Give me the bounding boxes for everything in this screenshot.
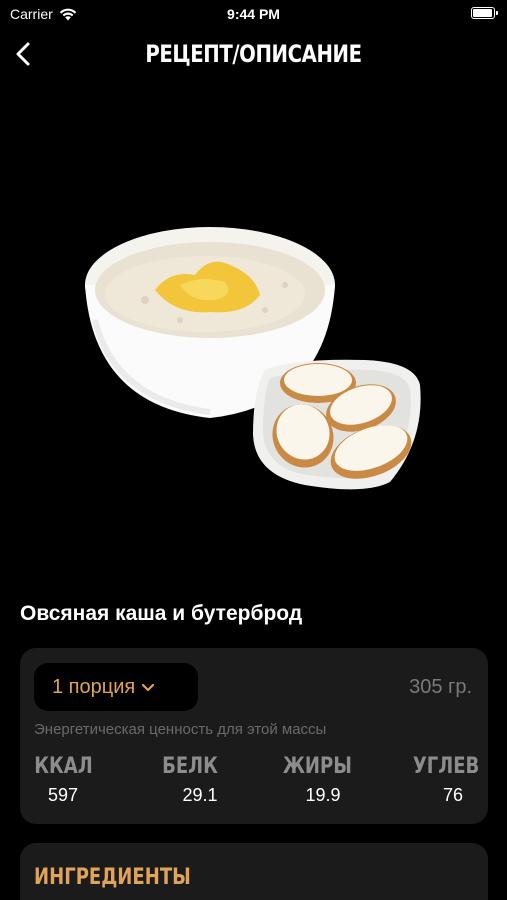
portion-label: 1 порция <box>52 675 136 698</box>
status-bar: Carrier 9:44 PM <box>0 0 507 28</box>
macro-fat: ЖИРЫ 19.9 <box>276 754 352 806</box>
ingredients-card[interactable]: ИНГРЕДИЕНТЫ <box>20 843 488 900</box>
portion-weight: 305 гр. <box>409 676 472 698</box>
dish-photo <box>85 227 421 490</box>
macro-label: ЖИРЫ <box>282 754 352 779</box>
nutrition-card: 1 порция 305 гр. Энергетическая ценность… <box>20 648 488 824</box>
battery-icon <box>471 7 498 19</box>
chevron-left-icon <box>16 42 30 66</box>
macro-label: УГЛЕВ <box>412 754 480 779</box>
page-title: РЕЦЕПТ/ОПИСАНИЕ <box>145 40 362 68</box>
back-button[interactable] <box>8 38 40 70</box>
macro-value: 76 <box>442 785 464 805</box>
macro-value: 19.9 <box>305 785 341 805</box>
nav-bar: РЕЦЕПТ/ОПИСАНИЕ <box>0 30 507 78</box>
macro-value: 597 <box>47 785 79 805</box>
macro-protein: БЕЛК 29.1 <box>152 754 228 806</box>
dish-title: Овсяная каша и бутерброд <box>20 602 303 625</box>
ingredients-title: ИНГРЕДИЕНТЫ <box>34 865 191 890</box>
energy-note: Энергетическая ценность для этой массы <box>34 721 327 738</box>
macro-label: ККАЛ <box>34 754 93 779</box>
macro-kcal: ККАЛ 597 <box>28 754 98 806</box>
macro-carbs: УГЛЕВ 76 <box>406 754 482 806</box>
macro-label: БЕЛК <box>162 754 218 779</box>
battery-level <box>473 9 492 17</box>
clock: 9:44 PM <box>227 6 280 22</box>
portion-selector[interactable]: 1 порция <box>34 663 198 711</box>
macro-value: 29.1 <box>182 785 218 805</box>
chevron-down-icon <box>142 683 155 692</box>
